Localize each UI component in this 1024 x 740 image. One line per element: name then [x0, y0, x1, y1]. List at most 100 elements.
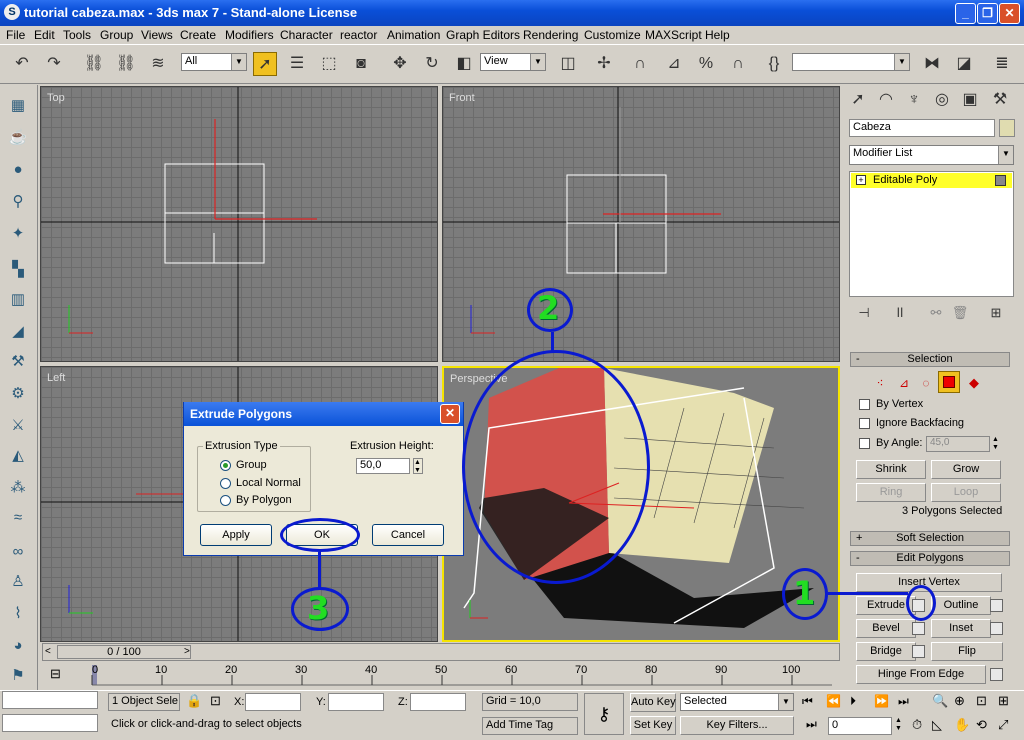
- move-icon[interactable]: ✥: [388, 52, 412, 76]
- bind-space-warp-icon[interactable]: ≋: [146, 52, 170, 76]
- element-mode-icon[interactable]: ◆: [962, 371, 986, 395]
- ignore-backfacing-checkbox[interactable]: [859, 418, 870, 429]
- stack-item-editable-poly[interactable]: + Editable Poly: [851, 173, 1012, 188]
- zoom-icon[interactable]: 🔍: [932, 693, 948, 709]
- align-icon[interactable]: ◪: [952, 52, 976, 76]
- viewport-top[interactable]: Top: [40, 86, 438, 362]
- pan-icon[interactable]: ✋: [954, 717, 970, 733]
- select-object-icon[interactable]: ➚: [253, 52, 277, 76]
- utilities-tab-icon[interactable]: ⚒: [988, 88, 1012, 112]
- set-key-mode-key-icon[interactable]: ⚷: [584, 693, 624, 735]
- dialog-close-icon[interactable]: ✕: [440, 404, 460, 424]
- viewport-front[interactable]: Front: [442, 86, 840, 362]
- scale-icon[interactable]: ◧: [452, 52, 476, 76]
- selection-rollout-header[interactable]: - Selection: [850, 352, 1010, 367]
- frame-spinner-arrows-icon[interactable]: ▲ ▼: [895, 717, 904, 733]
- soft-selection-rollout-header[interactable]: + Soft Selection: [850, 531, 1010, 546]
- box-icon[interactable]: ▦: [7, 95, 29, 117]
- time-configuration-icon[interactable]: ⏱: [912, 717, 922, 733]
- menu-reactor[interactable]: reactor: [340, 28, 377, 42]
- menu-group[interactable]: Group: [100, 28, 133, 42]
- angle-snap-icon[interactable]: ⊿: [662, 52, 686, 76]
- selection-filter-dropdown[interactable]: All ▼: [181, 53, 247, 71]
- cancel-button[interactable]: Cancel: [372, 524, 444, 546]
- time-slider-thumb[interactable]: 0 / 100: [57, 645, 191, 659]
- minimize-button[interactable]: _: [955, 3, 976, 24]
- manipulate-icon[interactable]: ✢: [592, 52, 616, 76]
- transform-type-in-icon[interactable]: ⊡: [210, 693, 221, 709]
- pivot-center-icon[interactable]: ◫: [556, 52, 580, 76]
- lathe-icon[interactable]: ⚒: [7, 351, 29, 373]
- time-slider[interactable]: < 0 / 100 >: [42, 643, 840, 661]
- select-and-link-icon[interactable]: ⛓: [82, 52, 106, 76]
- menu-modifiers[interactable]: Modifiers: [225, 28, 274, 42]
- display-tab-icon[interactable]: ▣: [958, 88, 982, 112]
- y-coordinate-field[interactable]: [328, 693, 384, 711]
- menu-create[interactable]: Create: [180, 28, 216, 42]
- reference-coordinate-dropdown[interactable]: View ▼: [480, 53, 546, 71]
- sphere-icon[interactable]: ●: [7, 159, 29, 181]
- previous-frame-icon[interactable]: ⏪: [826, 694, 841, 708]
- cylinder-icon[interactable]: ▥: [7, 289, 29, 311]
- rectangular-selection-icon[interactable]: ⬚: [317, 52, 341, 76]
- select-by-name-icon[interactable]: ☰: [285, 52, 309, 76]
- vertex-mode-icon[interactable]: ⁖: [868, 371, 892, 395]
- extrusion-height-spinner[interactable]: 50,0: [356, 458, 410, 474]
- loop-button[interactable]: Loop: [931, 483, 1001, 502]
- named-selection-icon[interactable]: {}: [762, 52, 786, 76]
- outline-button[interactable]: Outline: [931, 596, 991, 615]
- menu-file[interactable]: File: [6, 28, 25, 42]
- inset-button[interactable]: Inset: [931, 619, 991, 638]
- menu-customize[interactable]: Customize: [584, 28, 641, 42]
- gear-icon[interactable]: ⚙: [7, 383, 29, 405]
- by-angle-spinner[interactable]: 45,0: [926, 436, 990, 452]
- apply-button[interactable]: Apply: [200, 524, 272, 546]
- x-coordinate-field[interactable]: [245, 693, 301, 711]
- go-to-start-icon[interactable]: ⏮: [802, 694, 813, 709]
- knot-icon[interactable]: ∞: [7, 541, 29, 563]
- pipe-icon[interactable]: ◢: [7, 321, 29, 343]
- hinge-settings-icon[interactable]: [990, 668, 1003, 681]
- time-slider-next-icon[interactable]: >: [184, 646, 190, 657]
- curve-editor-icon[interactable]: ⊟: [50, 666, 61, 682]
- bevel-button[interactable]: Bevel: [856, 619, 916, 638]
- pin-stack-icon[interactable]: ⊣: [852, 301, 876, 325]
- menu-animation[interactable]: Animation: [387, 28, 440, 42]
- inset-settings-icon[interactable]: [990, 622, 1003, 635]
- zoom-all-icon[interactable]: ⊕: [954, 693, 965, 709]
- hinge-from-edge-button[interactable]: Hinge From Edge: [856, 665, 986, 684]
- z-coordinate-field[interactable]: [410, 693, 466, 711]
- shrink-button[interactable]: Shrink: [856, 460, 926, 479]
- menu-graph-editors[interactable]: Graph Editors: [446, 28, 520, 42]
- polygon-mode-icon[interactable]: [938, 371, 960, 393]
- remove-modifier-icon[interactable]: 🗑: [948, 301, 972, 325]
- ring-button[interactable]: Ring: [856, 483, 926, 502]
- expand-plus-icon[interactable]: +: [856, 175, 866, 185]
- edge-mode-icon[interactable]: ⊿: [892, 371, 916, 395]
- set-key-button[interactable]: Set Key: [630, 716, 676, 735]
- key-selection-dropdown[interactable]: Selected ▼: [680, 693, 794, 711]
- render-icon[interactable]: ◕: [7, 635, 29, 657]
- redo-icon[interactable]: ↷: [42, 52, 66, 76]
- rotate-icon[interactable]: ↻: [420, 52, 444, 76]
- key-mode-toggle-icon[interactable]: ⏭: [806, 717, 817, 732]
- menu-help[interactable]: Help: [705, 28, 730, 42]
- next-frame-icon[interactable]: ⏩: [874, 694, 889, 708]
- mirror-icon[interactable]: ⧓: [920, 52, 944, 76]
- wave-icon[interactable]: ≈: [7, 507, 29, 529]
- maximize-viewport-icon[interactable]: ⤢: [998, 717, 1008, 733]
- teapot-icon[interactable]: ☕: [7, 127, 29, 149]
- object-name-field[interactable]: Cabeza: [849, 119, 995, 137]
- make-unique-icon[interactable]: ⚯: [924, 301, 948, 325]
- current-frame-field[interactable]: 0: [828, 717, 892, 735]
- maxscript-mini-field[interactable]: [2, 714, 98, 732]
- snaps-toggle-icon[interactable]: ∩: [628, 52, 652, 76]
- motion-tab-icon[interactable]: ◎: [930, 88, 954, 112]
- bone-icon[interactable]: ⚔: [7, 415, 29, 437]
- modifier-list-dropdown[interactable]: Modifier List ▼: [849, 145, 1014, 165]
- checker-icon[interactable]: ▚: [7, 259, 29, 281]
- by-angle-spinner-arrows-icon[interactable]: ▲ ▼: [992, 436, 1001, 452]
- arc-rotate-icon[interactable]: ⟲: [976, 717, 987, 733]
- bridge-settings-icon[interactable]: [912, 645, 925, 658]
- show-end-result-icon[interactable]: ǀǀ: [888, 301, 912, 325]
